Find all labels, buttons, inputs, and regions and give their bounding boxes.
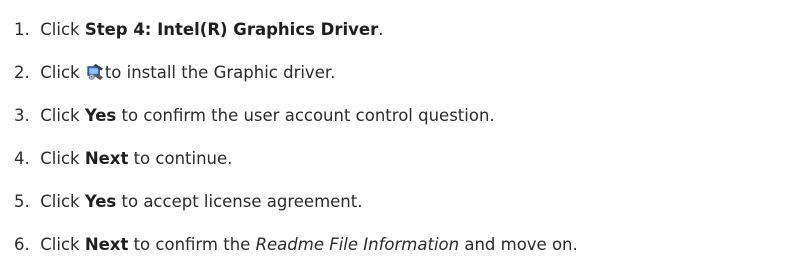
step-bold-term: Step 4: Intel(R) Graphics Driver <box>84 20 379 39</box>
step-5: 5. Click Yes to accept license agreement… <box>14 189 362 215</box>
installer-setup-icon <box>87 63 103 81</box>
step-number: 6. <box>14 235 30 254</box>
step-2: 2. Click to install the Graphic driver. <box>14 60 335 86</box>
step-text: and move on. <box>459 235 578 254</box>
step-number: 1. <box>14 20 30 39</box>
step-text: . <box>378 20 384 39</box>
step-text: to accept license agreement. <box>116 192 363 211</box>
step-text: Click <box>40 149 85 168</box>
step-bold-term: Yes <box>84 192 117 211</box>
step-text: to confirm the user account control ques… <box>116 106 495 125</box>
step-text: Click <box>40 63 85 82</box>
step-bold-term: Next <box>84 235 129 254</box>
step-text: to continue. <box>128 149 233 168</box>
step-number: 2. <box>14 63 30 82</box>
step-italic-term: Readme File Information <box>255 235 460 254</box>
step-3: 3. Click Yes to confirm the user account… <box>14 103 495 129</box>
step-number: 4. <box>14 149 30 168</box>
step-text: Click <box>40 192 85 211</box>
step-1: 1. Click Step 4: Intel(R) Graphics Drive… <box>14 17 384 43</box>
step-4: 4. Click Next to continue. <box>14 146 232 172</box>
step-text: Click <box>40 106 85 125</box>
step-text: to confirm the <box>128 235 256 254</box>
step-text: to install the Graphic driver. <box>104 63 336 82</box>
step-text: Click <box>40 20 85 39</box>
step-number: 3. <box>14 106 30 125</box>
step-bold-term: Yes <box>84 106 117 125</box>
step-number: 5. <box>14 192 30 211</box>
step-bold-term: Next <box>84 149 129 168</box>
step-6: 6. Click Next to confirm the Readme File… <box>14 232 578 258</box>
step-text: Click <box>40 235 85 254</box>
